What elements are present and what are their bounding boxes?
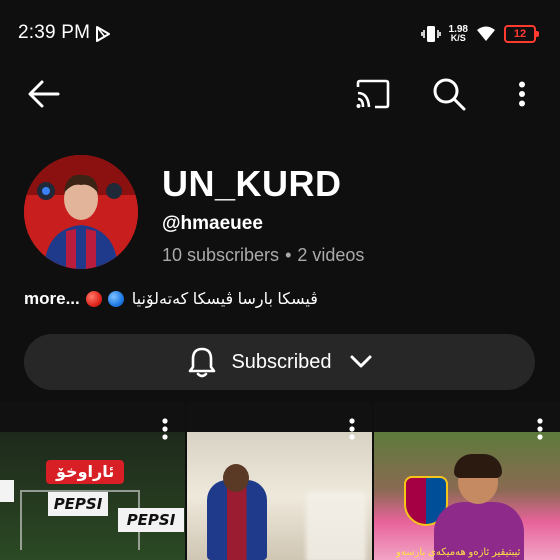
search-icon (433, 78, 466, 111)
more-vert-icon (519, 81, 525, 107)
advert-board: PEPSI (48, 492, 108, 516)
more-vert-icon[interactable] (348, 418, 356, 440)
short-caption: ئیبتیقیر ئازەو هەمیکەی بارسەو (396, 547, 521, 558)
status-icons: 1.98 K/S 12 (420, 22, 539, 46)
network-speed: 1.98 K/S (449, 25, 468, 43)
cast-icon (356, 79, 390, 109)
thumbnail-image (306, 492, 366, 560)
channel-meta: 10 subscribers • 2 videos (162, 245, 364, 266)
player-figure (207, 480, 267, 560)
meta-separator: • (285, 245, 292, 265)
blue-circle-icon (107, 291, 124, 307)
avatar-image (24, 155, 138, 269)
more-options-button[interactable] (506, 66, 538, 122)
shorts-grid: PEPSI PEPSI ئاراوخۆ ئیبتیقیر ئازەو هەمیک… (0, 402, 560, 560)
channel-name: UN_KURD (162, 163, 342, 204)
channel-description[interactable]: more... ڤیسکا بارسا ڤیسکا کەتەلۆنیا (24, 286, 318, 312)
search-button[interactable] (426, 66, 472, 122)
subscriber-count: 10 subscribers (162, 245, 280, 265)
battery-level: 12 (513, 28, 527, 40)
subscribed-label: Subscribed (231, 350, 332, 373)
chevron-down-icon (350, 355, 372, 368)
network-speed-unit: K/S (450, 33, 466, 43)
wifi-icon (477, 26, 495, 41)
player-figure (454, 454, 502, 478)
status-time: 2:39 PM (18, 22, 91, 43)
short-thumbnail[interactable]: ئیبتیقیر ئازەو هەمیکەی بارسەو (374, 402, 560, 560)
back-arrow-icon (28, 80, 60, 108)
short-thumbnail[interactable] (187, 402, 372, 560)
description-more-link[interactable]: more... (24, 289, 80, 309)
battery-icon: 12 (504, 25, 539, 43)
description-text: ڤیسکا بارسا ڤیسکا کەتەلۆنیا (131, 291, 318, 308)
subscribed-button[interactable]: Subscribed (24, 334, 535, 390)
channel-handle: @hmaeuee (162, 213, 263, 234)
advert-board: PEPSI (118, 508, 184, 532)
red-circle-icon (85, 291, 102, 307)
vibrate-icon (420, 26, 441, 42)
short-thumbnail[interactable]: PEPSI PEPSI ئاراوخۆ (0, 402, 185, 560)
short-caption: ئاراوخۆ (46, 460, 125, 484)
more-vert-icon[interactable] (161, 418, 169, 440)
more-vert-icon[interactable] (536, 418, 544, 440)
player-figure (223, 464, 249, 492)
bell-icon (189, 347, 216, 378)
cast-button[interactable] (350, 66, 396, 122)
channel-avatar[interactable] (24, 155, 138, 269)
advert-board (0, 480, 14, 502)
status-bar: 2:39 PM 1.98 K/S 12 (0, 0, 560, 62)
video-count: 2 videos (297, 245, 365, 265)
back-button[interactable] (22, 66, 66, 122)
app-bar (0, 66, 560, 122)
play-store-icon (96, 26, 110, 42)
